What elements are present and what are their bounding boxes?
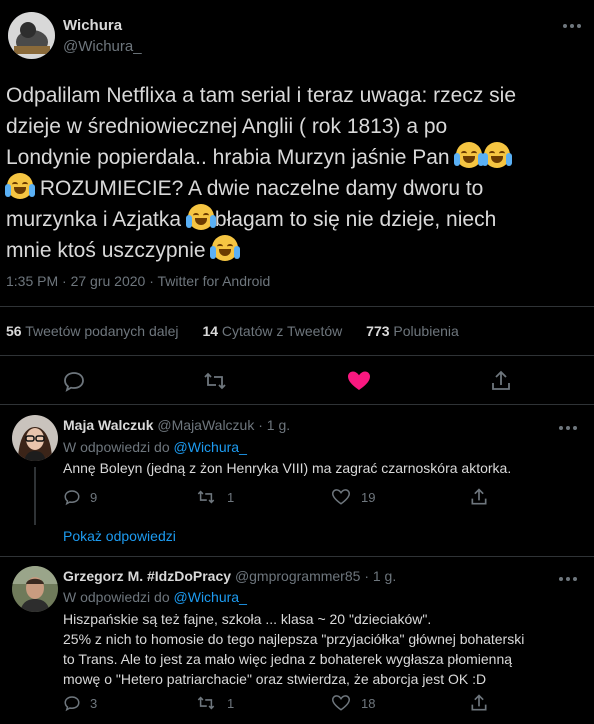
- share-icon[interactable]: [489, 369, 513, 393]
- like-icon[interactable]: [331, 694, 351, 712]
- reply-display-name[interactable]: Maja Walczuk: [63, 417, 154, 433]
- reply-text-line: Hiszpańskie są też fajne, szkoła ... kla…: [63, 611, 432, 627]
- tweet-text-segment: błagam to się nie dzieje, niech: [214, 208, 497, 231]
- reply-icon[interactable]: [63, 488, 81, 506]
- reply-to-line: W odpowiedzi do @Wichura_: [63, 439, 247, 455]
- reply-to-prefix: W odpowiedzi do: [63, 439, 170, 455]
- like-icon[interactable]: [331, 488, 351, 506]
- tweet-text-line: Odpalilam Netflixa a tam serial i teraz …: [6, 84, 517, 107]
- reply-to-handle[interactable]: @Wichura_: [174, 589, 247, 605]
- retweet-icon[interactable]: [202, 370, 228, 392]
- retweet-icon[interactable]: [196, 694, 216, 712]
- tweet-text-line: dzieje w średniowiecznej Anglii ( rok 18…: [6, 115, 448, 138]
- reply-avatar[interactable]: [12, 415, 58, 461]
- divider: [0, 404, 594, 405]
- tweet-text-segment: mnie ktoś uszczypnie: [6, 239, 206, 262]
- quotes-label: Cytatów z Tweetów: [221, 323, 343, 339]
- like-count: 18: [361, 696, 376, 711]
- reply-text-line: to Trans. Ale to jest za mało więc jedna…: [63, 651, 513, 667]
- divider: [0, 556, 594, 557]
- tweet-text-line: Londynie popierdala.. hrabia Murzyn jaśn…: [6, 142, 588, 173]
- reply-display-name[interactable]: Grzegorz M. #IdzDoPracy: [63, 568, 231, 584]
- tweet-text-segment: Londynie popierdala.. hrabia Murzyn jaśn…: [6, 146, 450, 169]
- divider: [0, 306, 594, 307]
- reply-avatar[interactable]: [12, 566, 58, 612]
- author-avatar[interactable]: [8, 12, 55, 59]
- more-icon[interactable]: [556, 418, 580, 438]
- retweet-count: 1: [227, 696, 235, 711]
- reply-count: 9: [90, 490, 98, 505]
- reply-icon[interactable]: [63, 694, 81, 712]
- like-count: 19: [361, 490, 376, 505]
- like-icon[interactable]: [346, 369, 372, 393]
- reply-time[interactable]: · 1 g.: [364, 568, 396, 584]
- reply-text: Annę Boleyn (jedną z żon Henryka VIII) m…: [63, 460, 512, 476]
- share-icon[interactable]: [469, 693, 489, 713]
- retweet-icon[interactable]: [196, 488, 216, 506]
- tweet-text-line: mnie ktoś uszczypnie: [6, 235, 588, 266]
- author-handle[interactable]: @Wichura_: [63, 38, 142, 55]
- reply-handle[interactable]: @MajaWalczuk: [157, 417, 254, 433]
- tweet-text-segment: murzynka i Azjatka: [6, 208, 182, 231]
- more-icon[interactable]: [560, 16, 584, 36]
- reply-count: 3: [90, 696, 98, 711]
- quotes-count: 14: [202, 323, 219, 339]
- reply-thread-line: [34, 467, 36, 525]
- likes-stat[interactable]: 773 Polubienia: [366, 323, 459, 339]
- quotes-stat[interactable]: 14 Cytatów z Tweetów: [202, 323, 342, 339]
- retweets-stat[interactable]: 56 Tweetów podanych dalej: [6, 323, 179, 339]
- joy-emoji-icon: [482, 142, 513, 168]
- reply-text-line: 25% z nich to homosie do tego najlepsza …: [63, 631, 525, 647]
- reply-icon[interactable]: [62, 370, 86, 392]
- joy-emoji-icon: [210, 235, 241, 261]
- tweet-text-line: murzynka i Azjatka błagam to się nie dzi…: [6, 204, 588, 235]
- reply-to-handle[interactable]: @Wichura_: [174, 439, 247, 455]
- show-replies-link[interactable]: Pokaż odpowiedzi: [63, 528, 176, 544]
- reply-header: Maja Walczuk @MajaWalczuk · 1 g.: [63, 417, 290, 433]
- tweet-timestamp[interactable]: 1:35 PM · 27 gru 2020 · Twitter for Andr…: [6, 273, 270, 289]
- retweet-count: 1: [227, 490, 235, 505]
- reply-header: Grzegorz M. #IdzDoPracy @gmprogrammer85 …: [63, 568, 396, 584]
- tweet-text-line: ROZUMIECIE? A dwie naczelne damy dworu t…: [5, 173, 588, 204]
- joy-emoji-icon: [5, 173, 35, 199]
- retweets-label: Tweetów podanych dalej: [25, 323, 179, 339]
- joy-emoji-icon: [454, 142, 485, 168]
- likes-label: Polubienia: [393, 323, 459, 339]
- joy-emoji-icon: [185, 204, 216, 230]
- reply-text: Hiszpańskie są też fajne, szkoła ... kla…: [63, 609, 591, 689]
- reply-text-line: mowę o "Hetero patriarchacie" oraz stwie…: [63, 671, 487, 687]
- reply-time[interactable]: · 1 g.: [258, 417, 290, 433]
- tweet-stats: 56 Tweetów podanych dalej 14 Cytatów z T…: [6, 323, 459, 339]
- author-display-name[interactable]: Wichura: [63, 17, 122, 34]
- more-icon[interactable]: [556, 569, 580, 589]
- tweet-text: Odpalilam Netflixa a tam serial i teraz …: [5, 80, 588, 266]
- tweet-text-segment: ROZUMIECIE? A dwie naczelne damy dworu t…: [39, 177, 484, 200]
- divider: [0, 355, 594, 356]
- likes-count: 773: [366, 323, 390, 339]
- reply-to-prefix: W odpowiedzi do: [63, 589, 170, 605]
- share-icon[interactable]: [469, 487, 489, 507]
- reply-to-line: W odpowiedzi do @Wichura_: [63, 589, 247, 605]
- retweets-count: 56: [6, 323, 22, 339]
- reply-handle[interactable]: @gmprogrammer85: [235, 568, 360, 584]
